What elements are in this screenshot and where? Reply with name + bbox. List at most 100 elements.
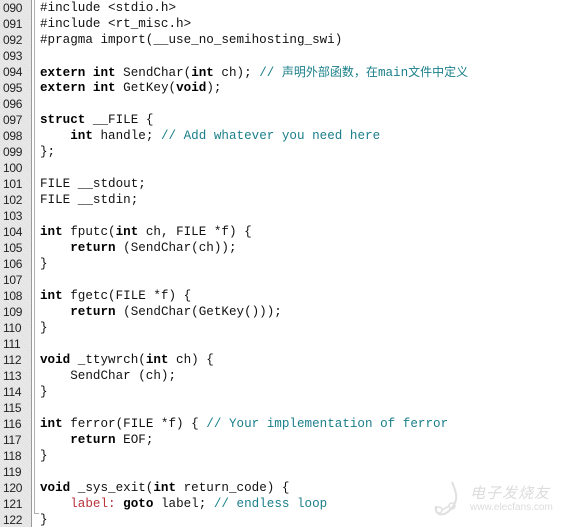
code-text: label: goto label; // endless loop	[40, 496, 327, 512]
code-line[interactable]: 112 void _ttywrch(int ch) {	[0, 352, 588, 368]
code-token: fputc(	[62, 225, 116, 239]
code-line[interactable]: 116 int ferror(FILE *f) { // Your impleme…	[0, 416, 588, 432]
keyword-token: int	[92, 81, 116, 95]
code-line[interactable]: 110}	[0, 320, 588, 336]
code-line[interactable]: 100	[0, 160, 588, 176]
line-number: 119	[3, 465, 22, 479]
code-text: };	[40, 144, 55, 160]
line-number: 122	[3, 513, 23, 527]
code-editor[interactable]: 090 #include <stdio.h> 091 #include <rt_mis…	[0, 0, 588, 527]
code-line[interactable]: 105 return (SendChar(ch));	[0, 240, 588, 256]
line-number: 108	[3, 289, 23, 303]
code-token: }	[40, 257, 48, 271]
line-number: 107	[3, 273, 23, 287]
code-token: }	[40, 513, 48, 527]
code-line[interactable]: 104 int fputc(int ch, FILE *f) {	[0, 224, 588, 240]
line-number: 090	[3, 1, 23, 15]
code-line[interactable]: 111	[0, 336, 588, 352]
code-token: ch, FILE *f) {	[138, 225, 252, 239]
code-token: (SendChar(ch));	[115, 241, 237, 255]
code-token: __FILE {	[85, 113, 154, 127]
code-line[interactable]: 092 #pragma import(__use_no_semihosting_s…	[0, 32, 588, 48]
code-line[interactable]: 118}	[0, 448, 588, 464]
keyword-token: int	[115, 225, 139, 239]
watermark-url: www.elecfans.com	[470, 502, 553, 513]
code-line[interactable]: 114}	[0, 384, 588, 400]
code-text: }	[40, 256, 48, 272]
comment-token: // Add whatever you need here	[160, 129, 381, 143]
code-token: #pragma import(__use_no_semihosting_swi)	[40, 33, 343, 47]
keyword-token: int	[145, 353, 169, 367]
code-line[interactable]: 117 return EOF;	[0, 432, 588, 448]
code-line[interactable]: 107	[0, 272, 588, 288]
code-token: }	[40, 449, 48, 463]
code-line[interactable]: 097 struct __FILE {	[0, 112, 588, 128]
code-text: extern int SendChar(int ch); // 声明外部函数，在…	[40, 64, 468, 81]
line-number: 118	[3, 449, 22, 463]
code-line[interactable]: 098 int handle; // Add whatever you need…	[0, 128, 588, 144]
code-line[interactable]: 090 #include <stdio.h>	[0, 0, 588, 16]
code-token: EOF;	[115, 433, 154, 447]
line-number: 115	[3, 401, 22, 415]
line-number: 097	[3, 113, 23, 127]
code-token: (SendChar(GetKey()));	[115, 305, 282, 319]
code-text: #include <rt_misc.h>	[40, 16, 191, 32]
line-number: 094	[3, 65, 23, 79]
keyword-token: return	[70, 433, 116, 447]
line-number: 110	[3, 321, 22, 335]
comment-token: main	[377, 66, 409, 80]
keyword-token: int	[40, 289, 63, 303]
watermark-title: 电子发烧友	[470, 484, 551, 502]
code-line[interactable]: 113 SendChar (ch);	[0, 368, 588, 384]
keyword-token: extern	[40, 81, 86, 95]
line-number: 116	[3, 417, 22, 431]
keyword-token: struct	[40, 113, 86, 127]
code-line[interactable]: 091 #include <rt_misc.h>	[0, 16, 588, 32]
code-text: FILE __stdin;	[40, 192, 138, 208]
code-line[interactable]: 106}	[0, 256, 588, 272]
line-number: 104	[3, 225, 23, 239]
code-token: #include <rt_misc.h>	[40, 17, 192, 31]
code-text: return (SendChar(ch));	[40, 240, 237, 256]
code-line[interactable]: 101 FILE __stdout;	[0, 176, 588, 192]
code-token: }	[40, 321, 48, 335]
code-line[interactable]: 102 FILE __stdin;	[0, 192, 588, 208]
code-text: SendChar (ch);	[40, 368, 176, 384]
keyword-token: void	[40, 353, 71, 367]
code-text: }	[40, 320, 48, 336]
code-token: SendChar(	[115, 66, 192, 80]
code-line[interactable]: 094 extern int SendChar(int ch); // 声明外部函…	[0, 64, 588, 80]
code-text: int fputc(int ch, FILE *f) {	[40, 224, 252, 240]
comment-token: 声明外部函数，在	[281, 65, 378, 79]
line-number: 091	[3, 17, 23, 31]
code-text: }	[40, 384, 48, 400]
code-line[interactable]: 093	[0, 48, 588, 64]
keyword-token: int	[70, 129, 93, 143]
code-line[interactable]: 095 extern int GetKey(void);	[0, 80, 588, 96]
keyword-token: int	[40, 417, 63, 431]
code-text: int handle; // Add whatever you need her…	[40, 128, 380, 144]
line-number: 121	[3, 497, 23, 511]
code-line[interactable]: 115	[0, 400, 588, 416]
code-text: void _ttywrch(int ch) {	[40, 352, 214, 368]
line-number: 101	[3, 177, 23, 191]
code-line[interactable]: 103	[0, 208, 588, 224]
code-line[interactable]: 109 return (SendChar(GetKey()));	[0, 304, 588, 320]
code-token: };	[40, 145, 56, 159]
code-text: }	[40, 448, 48, 464]
code-line[interactable]: 096	[0, 96, 588, 112]
code-token: _sys_exit(	[70, 481, 154, 495]
code-text: struct __FILE {	[40, 112, 153, 128]
code-text: #pragma import(__use_no_semihosting_swi)	[40, 32, 342, 48]
code-token: ch);	[213, 66, 260, 80]
line-number: 095	[3, 81, 23, 95]
code-line[interactable]: 108 int fgetc(FILE *f) {	[0, 288, 588, 304]
code-token: GetKey(	[115, 81, 177, 95]
code-text: return (SendChar(GetKey()));	[40, 304, 282, 320]
line-number: 117	[3, 433, 22, 447]
watermark: 电子发烧友 www.elecfans.com	[430, 478, 588, 527]
line-number: 093	[3, 49, 23, 63]
code-line[interactable]: 099};	[0, 144, 588, 160]
